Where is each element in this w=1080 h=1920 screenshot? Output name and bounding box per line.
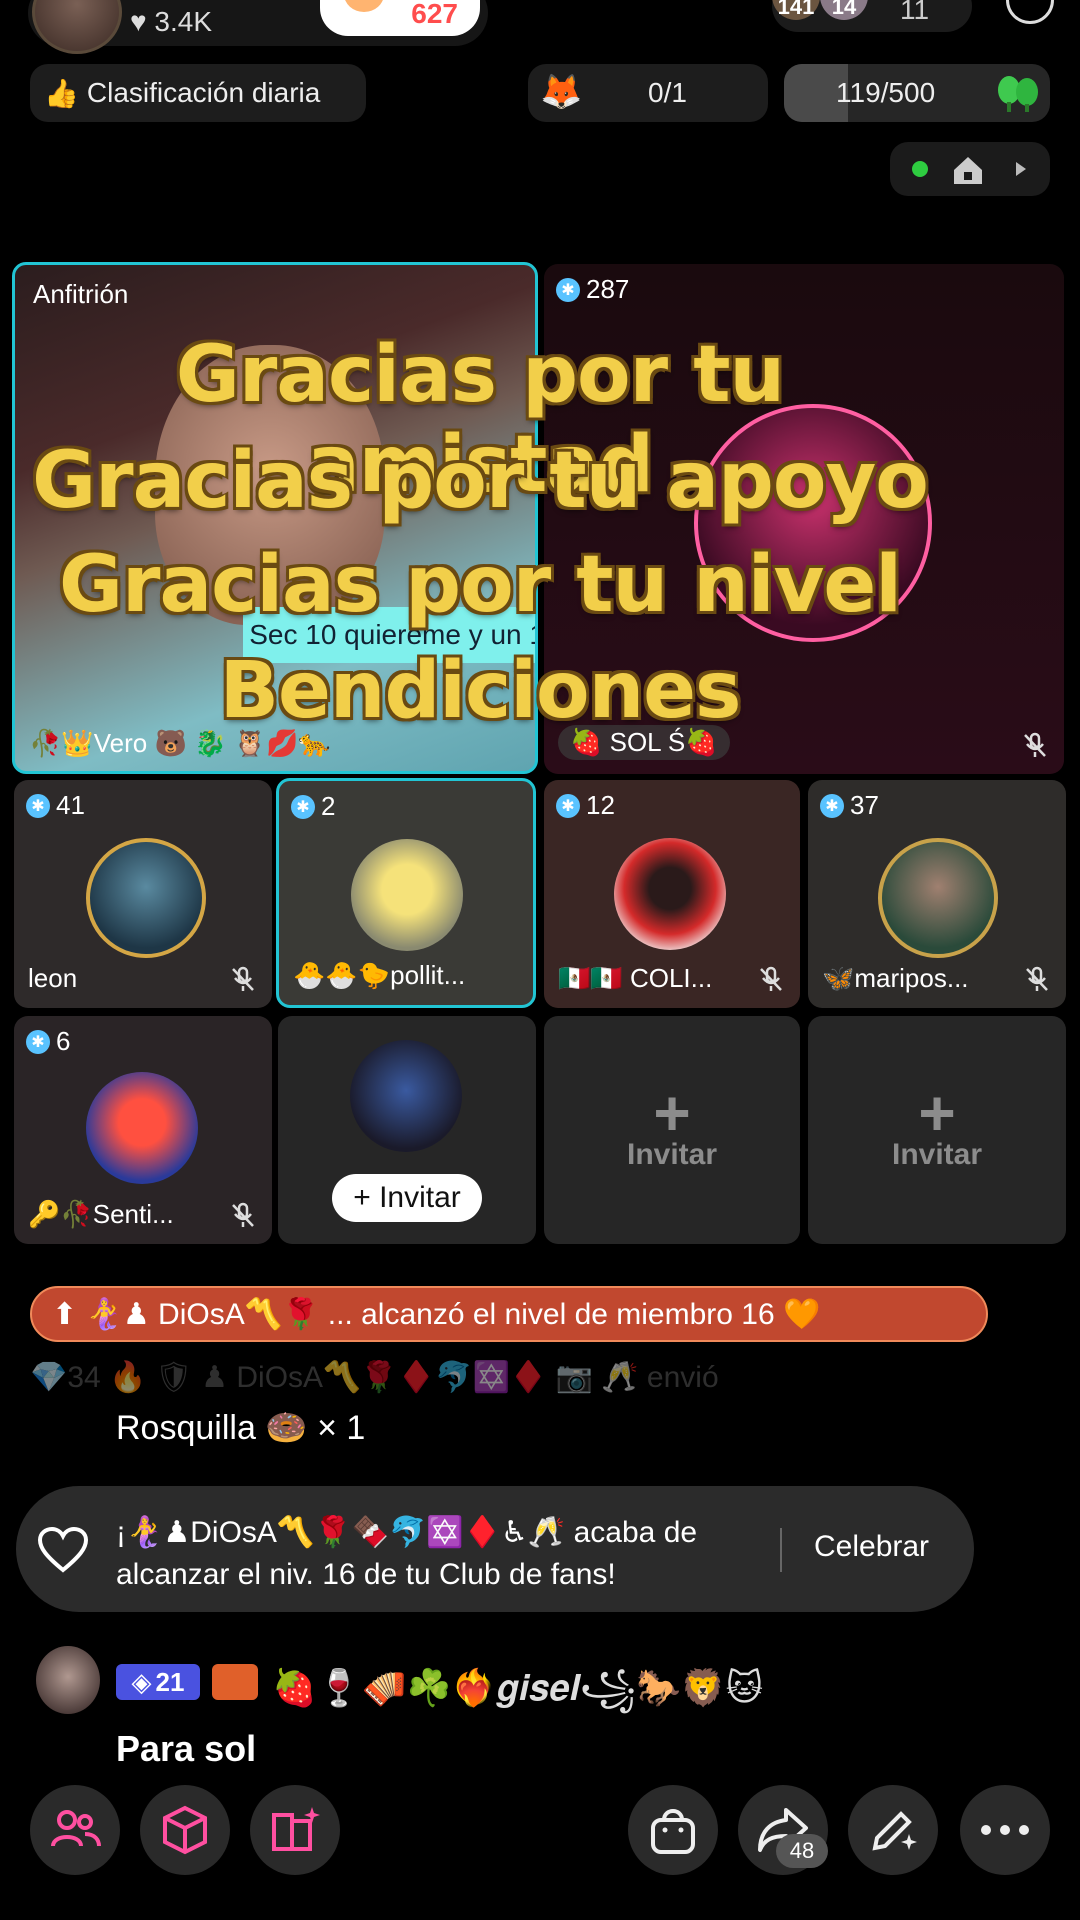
seat-tile[interactable]: ✱ 6 🔑🥀Senti...	[14, 1016, 272, 1244]
viewer-bubble: 141	[772, 0, 820, 20]
mic-muted-icon	[1026, 966, 1048, 991]
heart-icon	[344, 0, 384, 12]
gift-message: Rosquilla 🍩 × 1	[116, 1409, 366, 1447]
heart-outline-icon	[37, 1526, 89, 1573]
empty-seat-invite[interactable]: + Invitar	[808, 1016, 1066, 1244]
avatar	[86, 1072, 198, 1184]
viewer-bubble: 14	[820, 0, 868, 20]
invite-label: Invitar	[891, 1138, 983, 1171]
seat-tile[interactable]: ✱ 12 🇲🇽🇲🇽 COLI...	[544, 780, 800, 1008]
overlay-line-4: Bendiciones	[219, 646, 742, 736]
level-badge-icon: ✱	[291, 794, 315, 819]
share-count: 48	[776, 1834, 828, 1868]
seat-name: 🦋maripos...	[822, 963, 969, 993]
mic-muted-icon	[232, 1202, 254, 1227]
people-icon	[51, 1810, 101, 1847]
host-label: Anfitrión	[33, 279, 129, 309]
chat-message: Para sol	[116, 1728, 257, 1769]
pet-icon: 🦊	[540, 73, 583, 111]
home-icon[interactable]	[950, 152, 986, 188]
progress-pill[interactable]: 119/500	[784, 64, 1050, 122]
avatar	[86, 838, 206, 958]
flame-icon: 👍	[44, 77, 79, 109]
seat-tile[interactable]: + Invitar	[278, 1016, 536, 1244]
overlay-line-3: Gracias por tu nivel	[58, 540, 902, 630]
seat-name: 🔑🥀Senti...	[28, 1199, 174, 1229]
seat-name: 🇲🇽🇲🇽 COLI...	[558, 963, 713, 993]
edit-button[interactable]	[848, 1785, 938, 1875]
play-arrow-icon[interactable]	[1014, 161, 1028, 177]
mic-muted-icon	[760, 966, 782, 991]
shop-button[interactable]	[628, 1785, 718, 1875]
avatar	[614, 838, 726, 950]
fan-club-notice: ¡🧜‍♀️♟DiOsA〽️🌹🍫🐬✡️♦️♿🥂 acaba de alcanzar…	[16, 1486, 974, 1612]
trees-icon	[998, 76, 1038, 112]
goal-pill[interactable]: 🦊 0/1	[528, 64, 768, 122]
badge-count: 627	[411, 0, 458, 29]
fan-badge	[212, 1664, 258, 1700]
more-dots-icon	[981, 1825, 1029, 1835]
progress-text: 119/500	[836, 77, 936, 108]
invite-label: Invitar	[626, 1138, 718, 1171]
invite-button[interactable]: + Invitar	[332, 1174, 482, 1222]
seat-tile[interactable]: ✱ 37 🦋maripos...	[808, 780, 1066, 1008]
celebrate-button[interactable]: Celebrar	[814, 1530, 929, 1564]
level-badge-icon: ✱	[26, 1029, 50, 1054]
viewer-avatars[interactable]: 141 14	[772, 0, 972, 32]
shopping-bag-icon	[651, 1809, 695, 1854]
avatar	[350, 1040, 462, 1152]
chat-avatar[interactable]	[36, 1646, 100, 1714]
level-badge: ◈ 21	[116, 1664, 200, 1700]
empty-seat-invite[interactable]: + Invitar	[544, 1016, 800, 1244]
avatar	[878, 838, 998, 958]
seat-tile[interactable]: ✱ 41 leon	[14, 780, 272, 1008]
seat-name: leon	[28, 963, 78, 993]
level-badge-icon: ✱	[26, 793, 50, 818]
close-icon[interactable]	[1006, 0, 1054, 24]
follow-badge[interactable]: 627	[320, 0, 480, 36]
overlay-line-2: Gracias por tu apoyo	[32, 436, 929, 526]
divider	[780, 1528, 782, 1572]
mic-muted-icon	[232, 966, 254, 991]
magic-pen-icon	[872, 1811, 917, 1851]
more-button[interactable]	[960, 1785, 1050, 1875]
people-button[interactable]	[30, 1785, 120, 1875]
level-badge-icon: ✱	[820, 793, 844, 818]
member-level-banner: ⬆ 🧜‍♀️♟ DiOsA〽️🌹 ... alcanzó el nivel de…	[30, 1286, 988, 1342]
book-button[interactable]	[250, 1785, 340, 1875]
viewer-count[interactable]: 11	[900, 0, 929, 26]
goal-text: 0/1	[648, 77, 687, 108]
cube-icon	[163, 1805, 207, 1855]
host-likes: ♥ 3.4K	[130, 6, 213, 37]
seat-tile[interactable]: ✱ 2 🐣🐣🐤pollit...	[276, 778, 536, 1008]
fan-club-text: ¡🧜‍♀️♟DiOsA〽️🌹🍫🐬✡️♦️♿🥂 acaba de alcanzar…	[116, 1516, 698, 1591]
stream-controls[interactable]	[890, 142, 1050, 196]
ranking-label: Clasificación diaria	[86, 77, 321, 108]
diamond-icon: ◈	[131, 1666, 152, 1697]
cube-button[interactable]	[140, 1785, 230, 1875]
chat-username[interactable]: 🍓🍷🪗☘️❤️‍🔥𝒈𝒊𝒔𝒆𝒍꧁🐎🦁🐱	[272, 1660, 763, 1733]
seat-name: 🐣🐣🐤pollit...	[293, 960, 466, 990]
guest-level: ✱ 287	[556, 274, 629, 305]
level-badge-icon: ✱	[556, 277, 580, 302]
mic-muted-icon	[1024, 732, 1046, 757]
avatar	[351, 839, 463, 951]
live-dot-icon	[912, 161, 928, 177]
book-sparkle-icon	[272, 1807, 320, 1851]
faded-chat-line: 💎34 🔥 🛡 ♟ DiOsA〽️🌹♦️🐬✡️♦️ 📷 🥂 envió	[30, 1361, 719, 1394]
daily-ranking-button[interactable]: 👍 Clasificación diaria	[30, 64, 366, 122]
level-badge-icon: ✱	[556, 793, 580, 818]
